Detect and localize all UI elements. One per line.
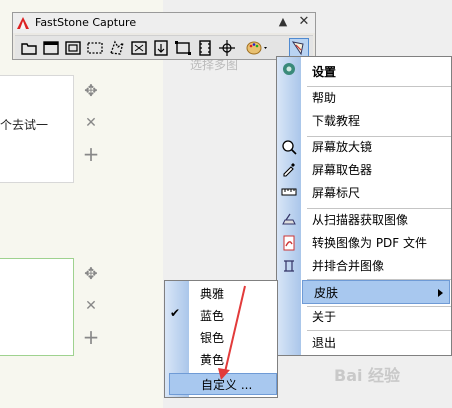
menu-item-about[interactable]: 关于 [301,305,451,329]
open-icon[interactable] [19,38,39,58]
content-card-selected [0,258,74,356]
magnifier-icon [282,140,297,155]
menu-item-skin[interactable]: 皮肤 [302,280,450,304]
add-icon[interactable]: + [82,144,100,164]
delete-icon[interactable]: ✕ [82,297,100,315]
menu-item-color-picker[interactable]: 屏幕取色器 [301,158,451,182]
app-logo-icon [17,17,29,29]
menu-item-download-tutorial[interactable]: 下载教程 [301,109,451,133]
palette-icon[interactable] [245,38,271,58]
checkmark-icon: ✔ [170,306,181,320]
capture-scrolling-icon[interactable] [151,38,171,58]
menu-item-scan-image[interactable]: 从扫描器获取图像 [301,208,451,232]
ghost-hint-text: 选择多图 [189,58,238,72]
merge-icon [284,260,294,272]
capture-rectangle-icon[interactable] [85,38,105,58]
menu-item-screen-magnifier[interactable]: 屏幕放大镜 [301,135,451,159]
menu-item-skin-label: 皮肤 [314,286,339,300]
skin-submenu: 典雅 蓝色 银色 黄色 自定义 ... [164,280,278,398]
capture-toolbar [15,35,313,59]
menu-item-help[interactable]: 帮助 [301,86,451,110]
capture-window-icon[interactable] [41,38,61,58]
eyedropper-icon [283,163,295,177]
settings-menu-button[interactable] [289,38,309,58]
window-titlebar[interactable]: FastStone Capture ▲ ✕ [13,13,315,33]
submenu-arrow-icon [438,289,443,297]
context-menu: 设置 帮助 下载教程 屏幕放大镜 屏幕取色器 屏幕标尺 从扫描器获取图像 转换图… [276,56,452,356]
capture-fullscreen-icon[interactable] [129,38,149,58]
capture-object-icon[interactable] [63,38,83,58]
settings-icon [291,41,304,56]
skin-item-elegant[interactable]: 典雅 [189,283,277,305]
faststone-capture-window: FastStone Capture ▲ ✕ [12,12,316,60]
move-icon[interactable]: ✥ [82,82,100,100]
capture-fixed-region-icon[interactable] [173,38,193,58]
close-button[interactable]: ✕ [297,15,311,29]
scanner-icon [282,213,296,225]
crosshair-icon[interactable] [217,38,237,58]
capture-video-icon[interactable] [195,38,215,58]
ruler-icon [281,188,297,196]
menu-icon-strip [277,57,301,355]
gear-icon [283,63,295,75]
capture-freehand-icon[interactable] [107,38,127,58]
menu-item-exit[interactable]: 退出 [301,331,451,355]
watermark: Bai 经验 [334,366,401,385]
add-icon[interactable]: + [82,327,100,347]
app-title: FastStone Capture [35,16,137,29]
menu-item-merge-images[interactable]: 并排合并图像 [301,254,451,278]
delete-icon[interactable]: ✕ [82,114,100,132]
collapse-button[interactable]: ▲ [277,15,289,29]
skin-item-custom[interactable]: 自定义 ... [169,373,277,395]
pdf-icon [283,235,295,251]
skin-item-blue[interactable]: 蓝色 [189,305,277,327]
menu-item-convert-pdf[interactable]: 转换图像为 PDF 文件 [301,231,451,255]
skin-item-yellow[interactable]: 黄色 [189,349,277,371]
menu-item-screen-ruler[interactable]: 屏幕标尺 [301,181,451,205]
skin-item-silver[interactable]: 银色 [189,327,277,349]
menu-item-settings[interactable]: 设置 [301,60,451,84]
move-icon[interactable]: ✥ [82,265,100,283]
card-text: 个去试一 [0,118,49,132]
content-card: 个去试一 [0,75,74,183]
